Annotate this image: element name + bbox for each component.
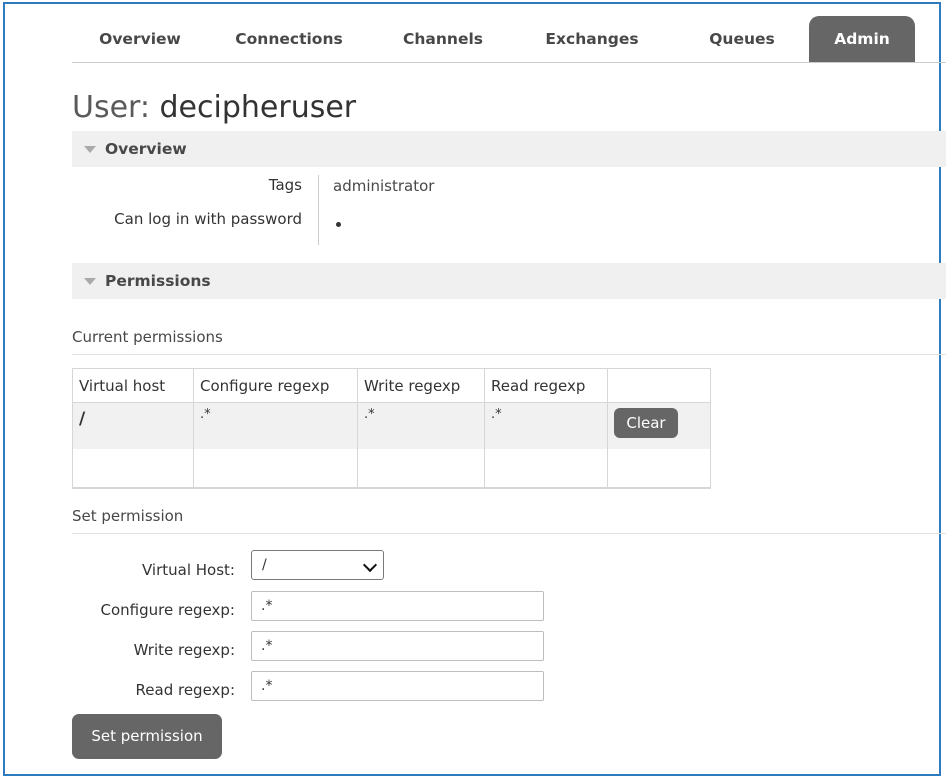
overview-divider: [318, 175, 319, 245]
column-header-virtual-host: Virtual host: [72, 368, 194, 403]
overview-section-toggle[interactable]: Overview: [72, 131, 946, 167]
spacer-cell: [72, 449, 194, 489]
main-nav-tabs: Overview Connections Channels Exchanges …: [72, 16, 946, 63]
tab-admin[interactable]: Admin: [809, 16, 915, 62]
write-regexp-input[interactable]: .*: [251, 631, 544, 661]
read-regexp-input[interactable]: .*: [251, 671, 544, 701]
write-regexp-label: Write regexp:: [133, 641, 235, 659]
spacer-cell: [484, 449, 608, 489]
spacer-cell: [357, 449, 485, 489]
permissions-table: Virtual host Configure regexp Write rege…: [72, 368, 711, 489]
column-header-write: Write regexp: [357, 368, 485, 403]
tab-overview[interactable]: Overview: [72, 16, 208, 62]
table-header-row: Virtual host Configure regexp Write rege…: [72, 368, 711, 403]
tab-exchanges[interactable]: Exchanges: [532, 16, 652, 62]
row-virtual-host: /: [72, 402, 194, 449]
tab-channels[interactable]: Channels: [388, 16, 498, 62]
chevron-down-icon: [362, 557, 378, 573]
configure-regexp-label: Configure regexp:: [100, 601, 235, 619]
collapse-triangle-icon: [84, 278, 96, 285]
current-permissions-heading: Current permissions: [72, 328, 946, 355]
page-title: User: decipheruser: [72, 90, 356, 125]
table-spacer-row: [72, 449, 711, 489]
column-header-actions: [607, 368, 711, 403]
tags-label: Tags: [268, 176, 302, 194]
column-header-read: Read regexp: [484, 368, 608, 403]
row-configure-regexp: .*: [193, 402, 358, 449]
virtual-host-selected-value: /: [262, 557, 267, 573]
spacer-cell: [607, 449, 711, 489]
clear-permission-button[interactable]: Clear: [614, 408, 678, 438]
virtual-host-label: Virtual Host:: [142, 561, 235, 579]
set-permission-heading: Set permission: [72, 507, 946, 534]
password-label: Can log in with password: [114, 210, 302, 228]
spacer-cell: [193, 449, 358, 489]
row-write-regexp: .*: [357, 402, 485, 449]
tab-queues[interactable]: Queues: [692, 16, 792, 62]
set-permission-button[interactable]: Set permission: [72, 714, 222, 759]
collapse-triangle-icon: [84, 146, 96, 153]
read-regexp-label: Read regexp:: [135, 681, 235, 699]
permissions-section-title: Permissions: [105, 272, 211, 290]
permissions-section-toggle[interactable]: Permissions: [72, 263, 946, 299]
virtual-host-select[interactable]: /: [251, 550, 384, 580]
row-actions-cell: Clear: [607, 402, 711, 449]
column-header-configure: Configure regexp: [193, 368, 358, 403]
table-row: / .* .* .* Clear: [72, 402, 711, 449]
password-enabled-indicator: [336, 222, 341, 227]
page-title-username: decipheruser: [159, 90, 357, 125]
tab-connections[interactable]: Connections: [219, 16, 359, 62]
page-title-label: User:: [72, 90, 150, 125]
overview-section-title: Overview: [105, 140, 187, 158]
configure-regexp-input[interactable]: .*: [251, 591, 544, 621]
tags-value: administrator: [333, 177, 435, 195]
row-read-regexp: .*: [484, 402, 608, 449]
